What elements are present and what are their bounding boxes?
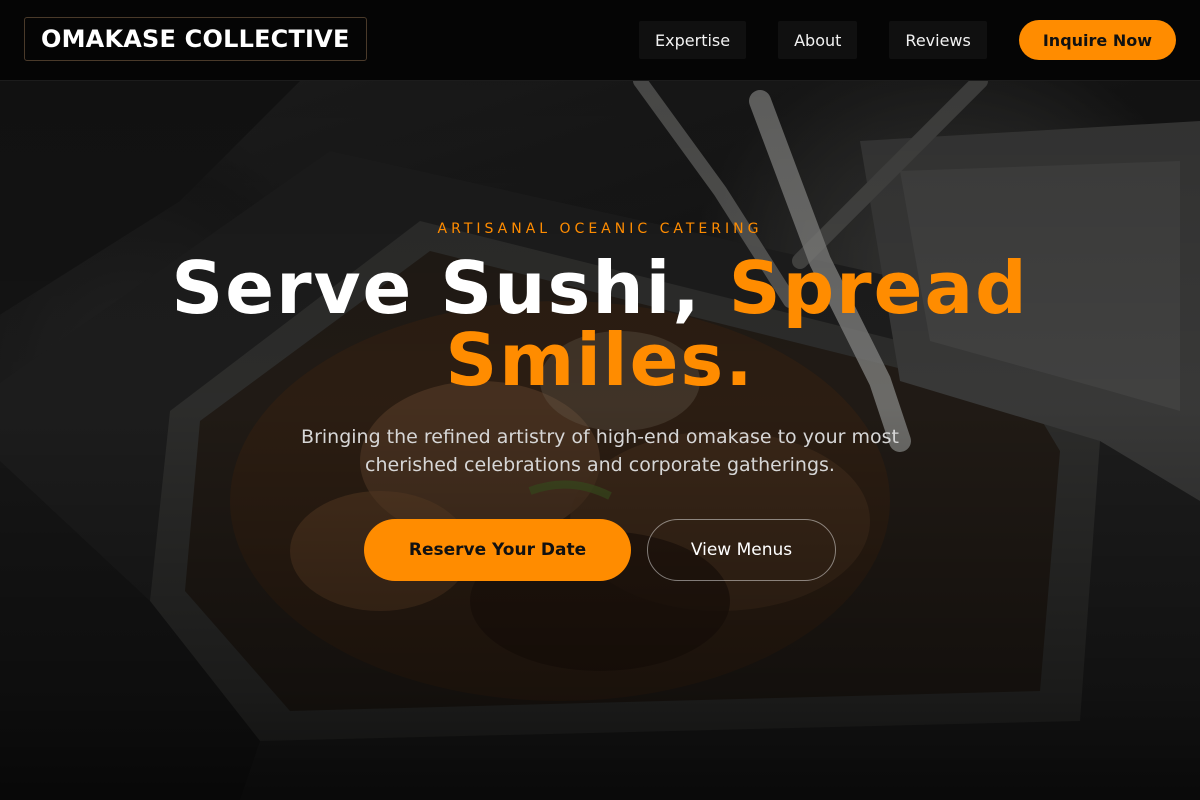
view-menus-button[interactable]: View Menus [647,519,836,581]
top-nav: OMAKASE COLLECTIVE Expertise About Revie… [0,0,1200,81]
nav-link-reviews[interactable]: Reviews [889,21,987,59]
brand-logo[interactable]: OMAKASE COLLECTIVE [24,17,367,61]
nav-link-expertise[interactable]: Expertise [639,21,747,59]
hero-subtext: Bringing the refined artistry of high-en… [301,426,899,476]
reserve-your-date-button[interactable]: Reserve Your Date [364,519,631,581]
hero-headline: Serve Sushi, Spread Smiles. [150,252,1050,396]
landing-page: OMAKASE COLLECTIVE Expertise About Revie… [0,0,1200,800]
hero-eyebrow: ARTISANAL OCEANIC CATERING [437,221,763,237]
inquire-now-button[interactable]: Inquire Now [1018,20,1176,60]
nav-links: Expertise About Reviews Inquire Now [639,20,1176,60]
nav-link-about[interactable]: About [778,21,858,59]
